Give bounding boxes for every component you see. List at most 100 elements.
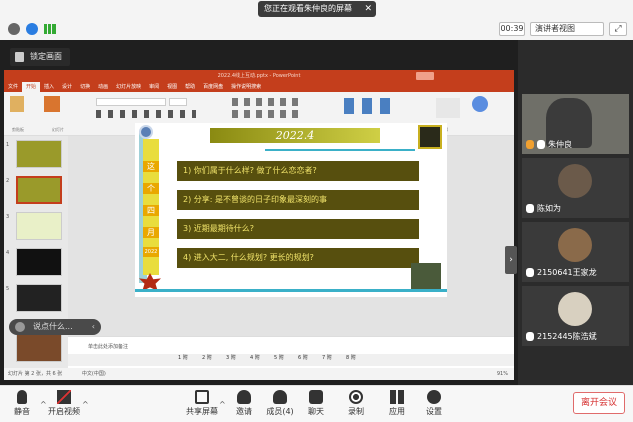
participant-name: 陈如为 xyxy=(537,204,561,213)
ppt-tab[interactable]: 文件 xyxy=(4,82,22,92)
ppt-tab[interactable]: 幻灯片放映 xyxy=(112,82,145,92)
drawing-shapes-icon[interactable] xyxy=(344,98,398,114)
slide-tab-strip: 1 附2 附3 附4 附5 附6 附7 附8 附 xyxy=(68,354,514,366)
host-icon xyxy=(526,140,534,149)
ppt-tab[interactable]: 动画 xyxy=(94,82,112,92)
slide-thumbnail[interactable] xyxy=(16,334,62,362)
fullscreen-icon[interactable]: ⤢ xyxy=(609,22,627,36)
font-name-select[interactable] xyxy=(96,98,166,106)
share-screen-button[interactable]: 共享屏幕 xyxy=(182,388,222,421)
leave-meeting-button[interactable]: 离开会议 xyxy=(573,392,625,414)
view-mode-button[interactable]: 演讲者视图 xyxy=(530,22,604,36)
ppt-tab[interactable]: 百度网盘 xyxy=(199,82,227,92)
ppt-tab[interactable]: 切换 xyxy=(76,82,94,92)
participant-label: 2150641王家龙 xyxy=(526,267,597,278)
video-tile[interactable]: 2152445陈浩斌 xyxy=(522,286,629,346)
apps-button[interactable]: 应用 xyxy=(377,388,417,421)
slide-tab[interactable]: 6 附 xyxy=(298,354,322,361)
chat-preview-text: 说点什么... xyxy=(33,322,73,331)
slide-tab[interactable]: 7 附 xyxy=(322,354,346,361)
ppt-ribbon-tabs: 文件 开始 插入 设计 切换 动画 幻灯片放映 审阅 视图 帮助 百度网盘 操作说明搜索 xyxy=(4,82,514,92)
lock-label: 锁定画面 xyxy=(30,52,62,61)
slide-thumbnail[interactable] xyxy=(16,212,62,240)
share-screen-icon xyxy=(195,390,209,404)
ppt-title-bar: 2022.4线上互动.pptx - PowerPoint xyxy=(4,70,514,82)
video-tile[interactable]: 陈如为 xyxy=(522,158,629,218)
thumb-number: 5 xyxy=(6,286,10,292)
meeting-timer: 00:39 xyxy=(499,22,525,36)
language: 中文(中国) xyxy=(81,371,106,377)
microphone-icon xyxy=(17,390,27,404)
slide-tab[interactable]: 1 附 xyxy=(178,354,202,361)
divider xyxy=(265,149,415,151)
avatar xyxy=(558,228,592,262)
ppt-tab[interactable]: 开始 xyxy=(22,82,41,92)
question-box: 4) 进入大二, 什么规划? 更长的规划? xyxy=(177,248,419,268)
ppt-status-bar: 幻灯片 第 2 张，共 6 张 中文(中国) 91% xyxy=(4,368,514,380)
microphone-icon xyxy=(526,204,534,213)
paste-icon[interactable] xyxy=(10,96,24,112)
settings-icon xyxy=(427,390,441,404)
thumb-number: 3 xyxy=(6,214,10,220)
baidu-netdisk-icon[interactable] xyxy=(472,96,488,112)
ppt-tab[interactable]: 帮助 xyxy=(181,82,199,92)
avatar xyxy=(558,164,592,198)
video-tile[interactable]: 朱仲良 xyxy=(522,94,629,154)
share-banner-text: 您正在观看朱仲良的屏幕 xyxy=(264,4,352,13)
camera-off-icon xyxy=(57,390,71,404)
chevron-up-icon[interactable]: ^ xyxy=(82,400,89,409)
view-mode-label: 演讲者视图 xyxy=(535,24,575,33)
members-button[interactable]: 成员(4) xyxy=(260,388,300,421)
paragraph-buttons[interactable] xyxy=(232,98,302,106)
share-banner: 您正在观看朱仲良的屏幕 ✕ xyxy=(258,1,376,17)
chat-bubble-icon xyxy=(15,322,25,332)
signal-icon xyxy=(44,24,56,34)
slide-thumbnail[interactable] xyxy=(16,140,62,168)
align-buttons[interactable] xyxy=(232,110,302,118)
new-slide-icon[interactable] xyxy=(44,96,60,112)
question-box: 2) 分享: 是不曾谈的日子印象最深刻的事 xyxy=(177,190,419,210)
collapse-panel-button[interactable]: › xyxy=(505,246,517,274)
mute-button[interactable]: 静音 xyxy=(2,388,42,421)
toolbar-label: 设置 xyxy=(426,407,442,416)
chat-button[interactable]: 聊天 xyxy=(296,388,336,421)
slide-tab[interactable]: 4 附 xyxy=(250,354,274,361)
chat-preview[interactable]: 说点什么... ‹ xyxy=(9,319,101,335)
info-icon[interactable] xyxy=(8,23,20,35)
slide-tab[interactable]: 8 附 xyxy=(346,354,370,361)
chevron-left-icon[interactable]: ‹ xyxy=(92,319,95,335)
lock-button[interactable]: 锁定画面 xyxy=(10,48,70,66)
ppt-tab[interactable]: 插入 xyxy=(40,82,58,92)
font-size-select[interactable] xyxy=(169,98,187,106)
zoom-level[interactable]: 91% xyxy=(497,368,508,380)
notes-pane[interactable]: 单击此处添加备注 xyxy=(68,336,514,354)
participant-label: 陈如为 xyxy=(526,203,561,214)
slide-thumbnail[interactable] xyxy=(16,176,62,204)
ppt-tab[interactable]: 操作说明搜索 xyxy=(227,82,265,92)
font-format-buttons[interactable] xyxy=(96,110,196,118)
slide-thumbnail[interactable] xyxy=(16,248,62,276)
apps-icon xyxy=(390,390,404,404)
slide-tab[interactable]: 5 附 xyxy=(274,354,298,361)
slide-count: 幻灯片 第 2 张，共 6 张 xyxy=(8,371,63,377)
close-icon[interactable]: ✕ xyxy=(364,1,372,17)
ppt-tab[interactable]: 视图 xyxy=(163,82,181,92)
invite-button[interactable]: 邀请 xyxy=(224,388,264,421)
video-tile[interactable]: 2150641王家龙 xyxy=(522,222,629,282)
slide-tab[interactable]: 3 附 xyxy=(226,354,250,361)
shield-icon[interactable] xyxy=(26,23,38,35)
ppt-tab[interactable]: 审阅 xyxy=(145,82,163,92)
question-box: 3) 近期最期待什么? xyxy=(177,219,419,239)
ribbon-group-label: 幻灯片 xyxy=(52,127,64,132)
find-replace-icon[interactable] xyxy=(436,98,460,118)
participant-name: 2150641王家龙 xyxy=(537,268,597,277)
settings-button[interactable]: 设置 xyxy=(414,388,454,421)
ppt-signin-button[interactable] xyxy=(416,72,434,80)
slide-thumbnail[interactable] xyxy=(16,284,62,312)
slide-tab[interactable]: 2 附 xyxy=(202,354,226,361)
decorative-picture xyxy=(411,263,441,289)
video-button[interactable]: 开启视频 xyxy=(44,388,84,421)
ppt-tab[interactable]: 设计 xyxy=(58,82,76,92)
record-button[interactable]: 录制 xyxy=(336,388,376,421)
slide: 这 个 四 月 2022 2022.4 1) 你们属于什么样? 做了什么恋恋者?… xyxy=(135,123,447,297)
